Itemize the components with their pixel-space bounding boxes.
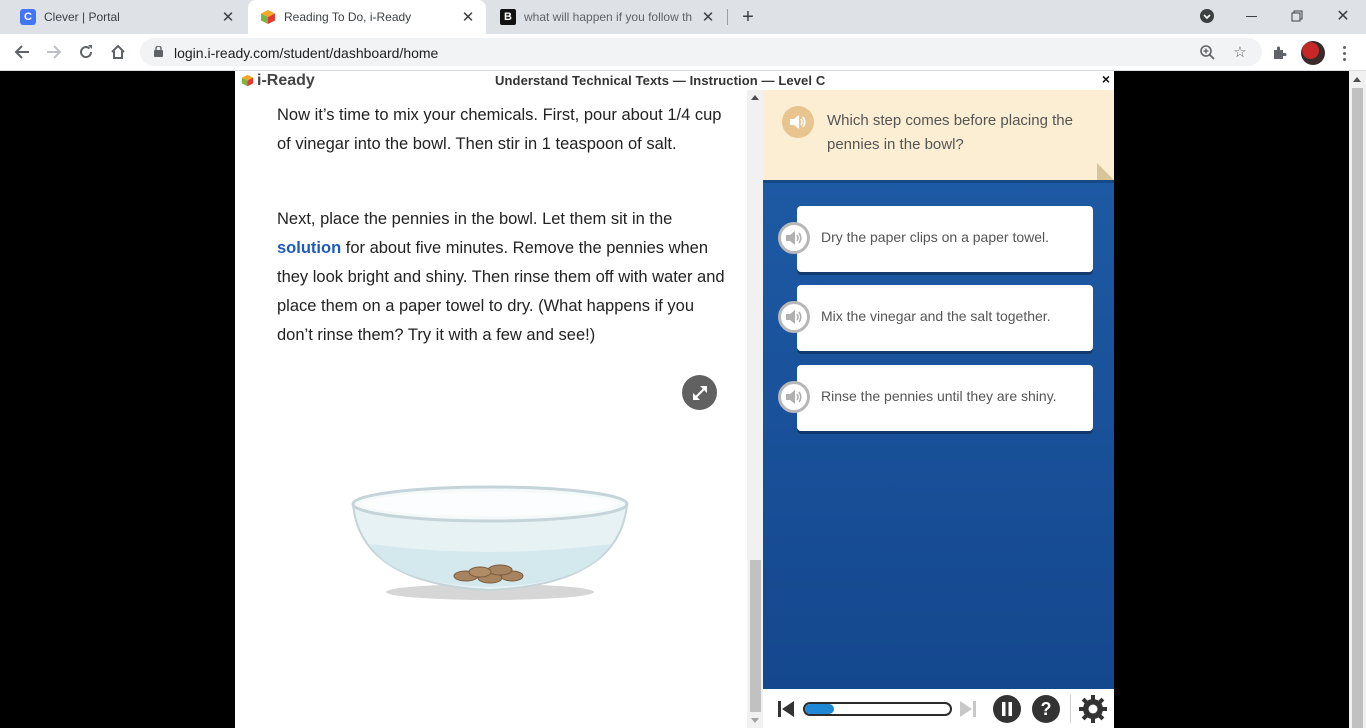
address-bar[interactable]: login.i-ready.com/student/dashboard/home…: [140, 38, 1262, 66]
tab-search-button[interactable]: [1184, 0, 1230, 32]
tab-title: Clever | Portal: [44, 10, 120, 24]
reading-passage: Now it’s time to mix your chemicals. Fir…: [235, 90, 747, 728]
forward-arrow-icon: [47, 45, 62, 59]
new-tab-button[interactable]: +: [736, 5, 760, 29]
profile-avatar[interactable]: [1301, 41, 1325, 65]
question-panel: Which step comes before placing the penn…: [763, 90, 1114, 689]
controls-divider: [1070, 695, 1071, 723]
previous-button[interactable]: [775, 694, 797, 724]
progress-fill: [805, 704, 834, 714]
glossary-word-solution[interactable]: solution: [277, 239, 341, 257]
answer-option-1[interactable]: Dry the paper clips on a paper towel.: [778, 206, 1093, 272]
lock-icon: [154, 46, 163, 57]
tab-title: what will happen if you follow th: [524, 10, 693, 24]
scrollbar-thumb[interactable]: [1352, 88, 1363, 728]
help-question-icon: ?: [1032, 695, 1060, 723]
speaker-icon[interactable]: [778, 222, 810, 254]
expand-arrows-icon: [692, 385, 707, 400]
tab-strip: C Clever | Portal ✕ Reading To Do, i-Rea…: [0, 0, 1366, 34]
browser-menu-icon[interactable]: [1336, 42, 1352, 64]
page-scrollbar[interactable]: [1349, 71, 1366, 728]
scrollbar-thumb[interactable]: [750, 560, 761, 712]
expand-image-button[interactable]: [682, 375, 717, 410]
speaker-icon[interactable]: [782, 106, 814, 138]
page-fold: [1097, 163, 1114, 180]
extensions-puzzle-icon[interactable]: [1268, 42, 1290, 64]
help-button[interactable]: ?: [1031, 694, 1061, 724]
lesson-progress-bar[interactable]: [803, 702, 952, 716]
answer-text: Rinse the pennies until they are shiny.: [821, 388, 1057, 404]
settings-button[interactable]: [1078, 694, 1108, 724]
browser-toolbar: login.i-ready.com/student/dashboard/home…: [0, 34, 1366, 71]
scroll-down-arrow[interactable]: [751, 718, 759, 723]
back-arrow-icon: [14, 45, 29, 59]
speaker-icon[interactable]: [778, 381, 810, 413]
answer-text: Dry the paper clips on a paper towel.: [821, 229, 1050, 245]
passage-paragraph-1: Now it’s time to mix your chemicals. Fir…: [277, 106, 722, 153]
minimize-button[interactable]: [1228, 0, 1274, 32]
back-button[interactable]: [8, 38, 36, 66]
iready-lesson-window: i-Ready Understand Technical Texts — Ins…: [235, 71, 1114, 728]
speaker-icon[interactable]: [778, 301, 810, 333]
question-note: Which step comes before placing the penn…: [763, 90, 1114, 180]
iready-cube-icon: [241, 74, 254, 87]
close-tab-icon[interactable]: ✕: [458, 7, 478, 27]
skip-forward-icon: [960, 701, 976, 717]
restore-button[interactable]: [1274, 0, 1320, 32]
scroll-up-arrow[interactable]: [751, 95, 759, 100]
logo-text: i-Ready: [257, 71, 315, 89]
scroll-up-arrow[interactable]: [1353, 77, 1361, 82]
answer-option-2[interactable]: Mix the vinegar and the salt together.: [778, 285, 1093, 351]
skip-back-icon: [778, 701, 794, 717]
paragraph-text: for about five minutes. Remove the penni…: [277, 239, 725, 344]
lesson-title: Understand Technical Texts — Instruction…: [495, 73, 826, 88]
page-viewport: i-Ready Understand Technical Texts — Ins…: [0, 71, 1366, 728]
answer-option-3[interactable]: Rinse the pennies until they are shiny.: [778, 365, 1093, 431]
passage-scrollbar[interactable]: [747, 90, 763, 728]
zoom-icon[interactable]: [1197, 42, 1217, 62]
close-tab-icon[interactable]: ✕: [698, 7, 718, 27]
gear-icon: [1079, 695, 1107, 723]
iready-cube-icon: [260, 9, 276, 25]
tab-brainly[interactable]: B what will happen if you follow th ✕: [488, 0, 726, 34]
player-controls: ?: [763, 689, 1114, 728]
pause-button[interactable]: [992, 694, 1022, 724]
next-button[interactable]: [957, 694, 979, 724]
tab-iready[interactable]: Reading To Do, i-Ready ✕: [248, 0, 486, 34]
question-prompt: Which step comes before placing the penn…: [827, 112, 1073, 153]
svg-text:?: ?: [1041, 699, 1052, 719]
pause-icon: [993, 695, 1021, 723]
reload-button[interactable]: [72, 38, 100, 66]
close-lesson-button[interactable]: ×: [1102, 71, 1110, 87]
lesson-header: i-Ready Understand Technical Texts — Ins…: [235, 71, 1114, 90]
close-tab-icon[interactable]: ✕: [218, 7, 238, 27]
home-button[interactable]: [104, 38, 132, 66]
close-window-button[interactable]: ✕: [1320, 0, 1366, 32]
clever-icon: C: [20, 9, 36, 25]
reload-icon: [80, 45, 93, 59]
iready-logo: i-Ready: [241, 71, 315, 90]
answer-text: Mix the vinegar and the salt together.: [821, 308, 1051, 324]
tab-title: Reading To Do, i-Ready: [284, 10, 412, 24]
passage-paragraph-2: Next, place the pennies in the bowl. Let…: [277, 205, 727, 350]
tab-separator: [727, 9, 728, 25]
bowl-of-pennies-image: [351, 485, 629, 600]
home-icon: [111, 44, 125, 59]
url-text: login.i-ready.com/student/dashboard/home: [174, 45, 439, 61]
brainly-icon: B: [500, 9, 516, 25]
chevron-down-icon: [1200, 9, 1214, 23]
forward-button[interactable]: [40, 38, 68, 66]
tab-clever[interactable]: C Clever | Portal ✕: [8, 0, 246, 34]
bookmark-star-icon[interactable]: ☆: [1230, 42, 1250, 62]
paragraph-text: Next, place the pennies in the bowl. Let…: [277, 210, 673, 228]
